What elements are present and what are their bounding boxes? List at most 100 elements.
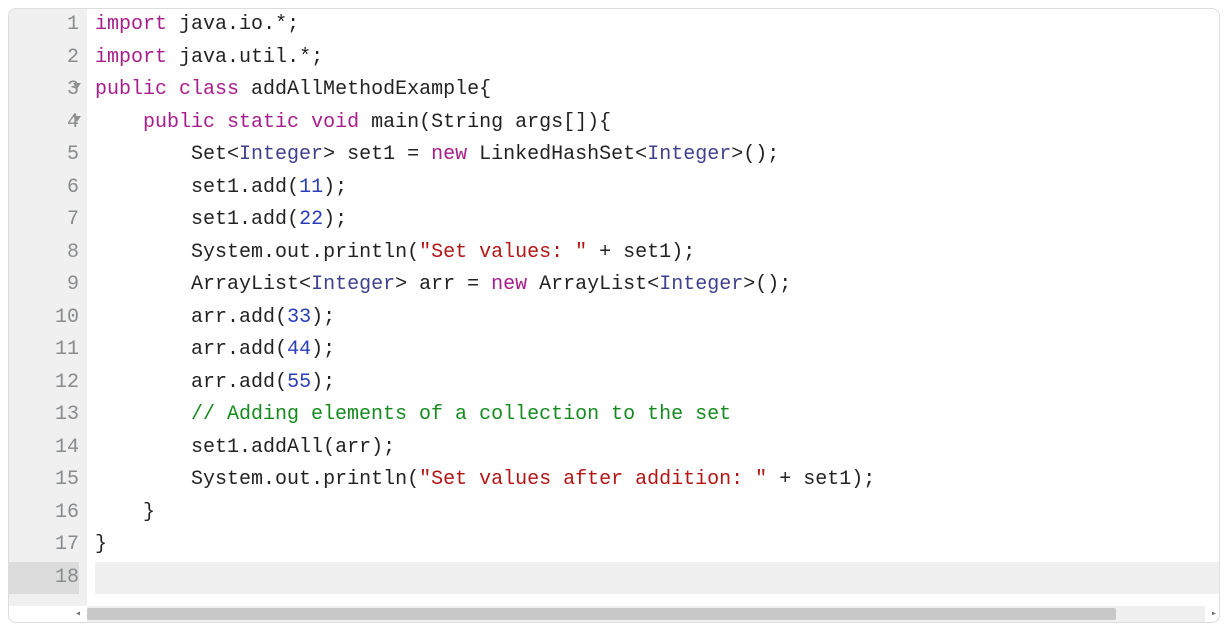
token-kw: import [95,13,167,36]
token-punc: . [311,241,323,264]
code-editor: 123456789101112131415161718 import java.… [8,8,1220,623]
token-kw: void [311,111,359,134]
code-line[interactable]: arr.add(33); [95,302,1219,335]
line-number[interactable]: 9 [9,269,79,302]
token-punc: . [227,371,239,394]
horizontal-scrollbar[interactable]: ◂ ▸ [87,606,1205,622]
token-id: ArrayList [527,273,647,296]
code-line[interactable]: set1.add(22); [95,204,1219,237]
code-line[interactable]: System.out.println("Set values after add… [95,464,1219,497]
code-line[interactable]: ArrayList<Integer> arr = new ArrayList<I… [95,269,1219,302]
token-id: arr [95,371,227,394]
code-line[interactable]: import java.io.*; [95,9,1219,42]
scrollbar-thumb[interactable] [87,608,1116,620]
line-number[interactable]: 3 [9,74,79,107]
token-id: add [239,306,275,329]
token-punc: ); [851,468,875,491]
editor-body: 123456789101112131415161718 import java.… [9,9,1219,606]
code-line[interactable] [95,562,1219,595]
code-line[interactable]: arr.add(44); [95,334,1219,367]
line-number[interactable]: 12 [9,367,79,400]
line-number[interactable]: 6 [9,172,79,205]
scroll-right-icon[interactable]: ▸ [1211,608,1217,620]
code-line[interactable]: } [95,497,1219,530]
line-number[interactable]: 15 [9,464,79,497]
token-punc: < [647,273,659,296]
token-num: 22 [299,208,323,231]
token-punc: ); [371,436,395,459]
token-punc: . [239,208,251,231]
token-id: main [359,111,419,134]
line-number[interactable]: 11 [9,334,79,367]
line-number[interactable]: 17 [9,529,79,562]
token-kw: new [431,143,467,166]
code-line[interactable]: System.out.println("Set values: " + set1… [95,237,1219,270]
line-number[interactable]: 8 [9,237,79,270]
line-number[interactable]: 4 [9,107,79,140]
token-op: + [599,241,611,264]
line-number-gutter[interactable]: 123456789101112131415161718 [9,9,87,606]
code-line[interactable]: arr.add(55); [95,367,1219,400]
code-line[interactable]: public static void main(String args[]){ [95,107,1219,140]
token-id: add [239,371,275,394]
token-punc: ( [287,208,299,231]
token-id: out [275,468,311,491]
token-id: System [95,468,263,491]
line-number[interactable]: 16 [9,497,79,530]
scroll-left-icon[interactable]: ◂ [75,608,81,620]
token-id: java [167,13,227,36]
token-punc: ( [275,371,287,394]
token-punc: . [263,241,275,264]
code-line[interactable]: set1.addAll(arr); [95,432,1219,465]
token-id: util [239,46,287,69]
line-number[interactable]: 13 [9,399,79,432]
token-id: arr [407,273,467,296]
token-punc: ( [287,176,299,199]
token-op: = [467,273,479,296]
line-number[interactable]: 1 [9,9,79,42]
line-number[interactable]: 10 [9,302,79,335]
token-id: ArrayList [95,273,299,296]
token-punc: .*; [287,46,323,69]
token-id: set1 [611,241,671,264]
token-id: add [251,176,287,199]
line-number[interactable]: 5 [9,139,79,172]
token-kw: new [491,273,527,296]
line-number[interactable]: 7 [9,204,79,237]
token-punc: < [635,143,647,166]
token-typ: Integer [647,143,731,166]
token-id [215,111,227,134]
token-id [299,111,311,134]
fold-toggle-icon[interactable] [73,116,81,122]
token-punc: ); [311,338,335,361]
token-kw: class [179,78,239,101]
token-id: add [239,338,275,361]
code-line[interactable]: } [95,529,1219,562]
token-punc: ( [407,241,419,264]
code-line[interactable]: Set<Integer> set1 = new LinkedHashSet<In… [95,139,1219,172]
line-number[interactable]: 14 [9,432,79,465]
line-number[interactable]: 2 [9,42,79,75]
token-typ: Integer [659,273,743,296]
token-punc: . [239,176,251,199]
fold-toggle-icon[interactable] [73,83,81,89]
code-line[interactable]: public class addAllMethodExample{ [95,74,1219,107]
token-id: arr [95,306,227,329]
line-number[interactable]: 18 [9,562,79,595]
token-punc: > [395,273,407,296]
token-kw: public [143,111,215,134]
code-line[interactable]: // Adding elements of a collection to th… [95,399,1219,432]
token-id: arr [95,338,227,361]
token-punc: ); [671,241,695,264]
token-punc: { [479,78,491,101]
code-area[interactable]: import java.io.*;import java.util.*;publ… [87,9,1219,606]
code-line[interactable]: set1.add(11); [95,172,1219,205]
token-id [767,468,779,491]
token-punc: < [299,273,311,296]
token-punc: . [227,13,239,36]
token-punc: ( [419,111,431,134]
token-num: 44 [287,338,311,361]
token-punc: ); [311,306,335,329]
code-line[interactable]: import java.util.*; [95,42,1219,75]
token-op: + [779,468,791,491]
